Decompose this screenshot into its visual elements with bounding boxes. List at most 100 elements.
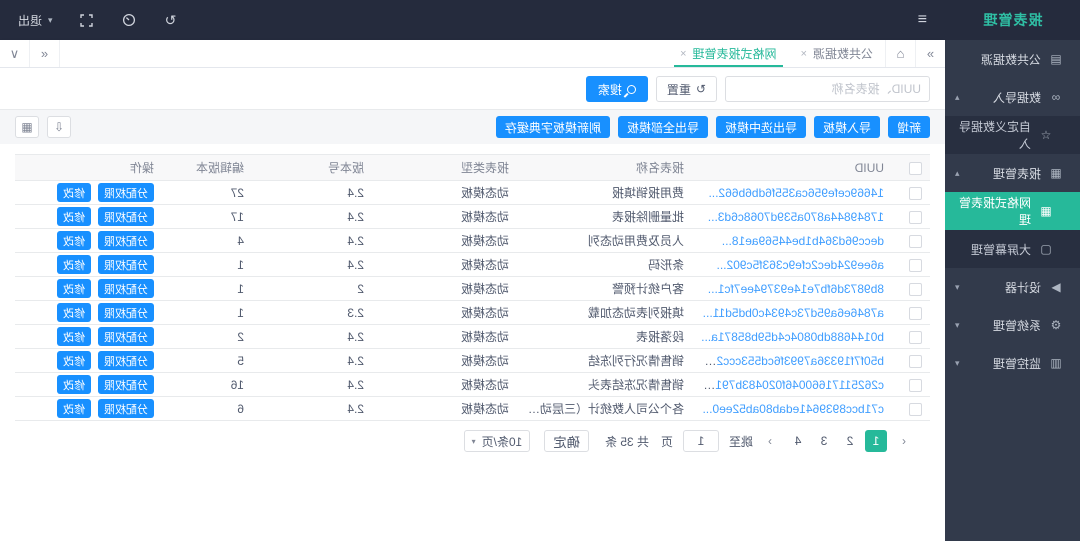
uuid-link[interactable]: a7846e6a95d73c4934c0bd5d11... xyxy=(703,306,884,320)
sidebar-item-4[interactable]: ⚙系统管理▾ xyxy=(945,306,1080,344)
report-table: UUID 报表名称 报表类型 版本号 编辑版本 操作 14669cefe956c… xyxy=(15,154,930,421)
select-all-checkbox[interactable] xyxy=(909,162,922,175)
export-icon[interactable]: ⇩ xyxy=(47,116,71,138)
tab-0[interactable]: 公共数据源× xyxy=(789,40,885,67)
row-checkbox[interactable] xyxy=(909,307,922,320)
uuid-link[interactable]: b50f7f19336a7993f6cd553ccc22... xyxy=(700,354,884,368)
row-operations: 分配权限修改删除 xyxy=(15,253,162,277)
report-name: 费用报销填报 xyxy=(517,181,692,205)
page-size-select[interactable]: 10条/页 ▾ xyxy=(464,430,531,452)
op-permission-button[interactable]: 分配权限 xyxy=(98,255,154,274)
search-input[interactable] xyxy=(725,76,930,102)
home-icon[interactable]: ⌂ xyxy=(885,40,915,67)
chevron-down-icon: ▾ xyxy=(472,437,476,446)
row-checkbox[interactable] xyxy=(909,355,922,368)
close-icon[interactable]: × xyxy=(680,48,686,60)
report-name: 条形码 xyxy=(517,253,692,277)
table-row: b50f7f19336a7993f6cd553ccc22...销售情况行列冻结动… xyxy=(15,349,930,373)
sidebar-item-1[interactable]: ∞数据导入▴ xyxy=(945,78,1080,116)
fullscreen-icon[interactable] xyxy=(79,12,95,28)
toolbar-button-3[interactable]: 导出全部模板 xyxy=(618,116,708,138)
op-permission-button[interactable]: 分配权限 xyxy=(98,375,154,394)
sidebar-item-3[interactable]: ▶设计器▾ xyxy=(945,268,1080,306)
op-edit-button[interactable]: 修改 xyxy=(57,207,91,226)
toolbar-button-1[interactable]: 导入模板 xyxy=(814,116,880,138)
edit-version: 4 xyxy=(162,229,252,253)
column-setting-icon[interactable]: ▦ xyxy=(15,116,39,138)
confirm-button[interactable]: 确定 xyxy=(544,430,589,452)
row-checkbox[interactable] xyxy=(909,283,922,296)
uuid-link[interactable]: decc96d364b1be44569ae18... xyxy=(722,234,884,248)
op-permission-button[interactable]: 分配权限 xyxy=(98,327,154,346)
uuid-link[interactable]: b0144688db0804c4d59b85871a... xyxy=(701,330,884,344)
sidebar-item-2[interactable]: ▦报表管理▴ xyxy=(945,154,1080,192)
op-edit-button[interactable]: 修改 xyxy=(57,327,91,346)
sidebar-item-0[interactable]: ▤公共数据源 xyxy=(945,40,1080,78)
tabs-scroll-left-icon[interactable]: « xyxy=(30,40,60,67)
report-type: 动态模板 xyxy=(372,301,517,325)
tabs-scroll-right-icon[interactable]: » xyxy=(915,40,945,67)
close-icon[interactable]: × xyxy=(801,48,807,60)
jump-page-input[interactable] xyxy=(683,430,719,452)
prev-page-icon[interactable]: ‹ xyxy=(893,430,915,452)
logout-button[interactable]: ▾ 退出 xyxy=(18,12,53,29)
datasource-icon: ▤ xyxy=(1048,52,1064,66)
tabs-dropdown-icon[interactable]: ∨ xyxy=(0,40,30,67)
row-checkbox[interactable] xyxy=(909,211,922,224)
uuid-link[interactable]: a6ee924dec2cfe9c363f5c902... xyxy=(717,258,884,272)
report-grid-icon: ▦ xyxy=(1048,166,1064,180)
data-import-icon: ∞ xyxy=(1048,90,1064,104)
menu-icon[interactable]: ≡ xyxy=(918,11,927,29)
op-edit-button[interactable]: 修改 xyxy=(57,399,91,418)
op-edit-button[interactable]: 修改 xyxy=(57,375,91,394)
page-1[interactable]: 1 xyxy=(865,430,887,452)
submenu: ▦网格式报表管理▢大屏幕管理 xyxy=(945,192,1080,268)
op-permission-button[interactable]: 分配权限 xyxy=(98,399,154,418)
gauge-icon[interactable] xyxy=(121,12,137,28)
sidebar-item-5[interactable]: ▥监控管理▾ xyxy=(945,344,1080,382)
edit-version: 1 xyxy=(162,301,252,325)
row-checkbox[interactable] xyxy=(909,403,922,416)
row-checkbox[interactable] xyxy=(909,331,922,344)
sidebar-subitem-2-1[interactable]: ▢大屏幕管理 xyxy=(945,230,1080,268)
toolbar-button-2[interactable]: 导出选中模板 xyxy=(716,116,806,138)
uuid-link[interactable]: 17849844a870a539d7068c6d3... xyxy=(708,210,884,224)
page-2[interactable]: 2 xyxy=(839,430,861,452)
row-checkbox[interactable] xyxy=(909,187,922,200)
op-permission-button[interactable]: 分配权限 xyxy=(98,183,154,202)
page-4[interactable]: 4 xyxy=(787,430,809,452)
sidebar-subitem-2-0[interactable]: ▦网格式报表管理 xyxy=(945,192,1080,230)
op-edit-button[interactable]: 修改 xyxy=(57,351,91,370)
op-permission-button[interactable]: 分配权限 xyxy=(98,351,154,370)
tab-bar: » ⌂ 公共数据源×网格式报表管理× « ∨ xyxy=(0,40,945,68)
row-checkbox[interactable] xyxy=(909,259,922,272)
uuid-link[interactable]: 8b9873d6fb7e14e93794ee7fc1... xyxy=(708,282,884,296)
toolbar-button-4[interactable]: 刷新模板字典缓存 xyxy=(496,116,610,138)
refresh-icon[interactable]: ↻ xyxy=(163,12,179,28)
uuid-link[interactable]: c71bcc8939641edab80ab52ee0... xyxy=(703,402,885,416)
submenu: ☆自定义数据导入 xyxy=(945,116,1080,154)
row-checkbox[interactable] xyxy=(909,379,922,392)
sidebar-subitem-1-0[interactable]: ☆自定义数据导入 xyxy=(945,116,1080,154)
op-permission-button[interactable]: 分配权限 xyxy=(98,231,154,250)
op-edit-button[interactable]: 修改 xyxy=(57,255,91,274)
uuid-link[interactable]: 14669cefe956ca355f6db6b662... xyxy=(709,186,885,200)
op-permission-button[interactable]: 分配权限 xyxy=(98,279,154,298)
reset-button[interactable]: ↻ 重置 xyxy=(656,76,717,102)
op-edit-button[interactable]: 修改 xyxy=(57,183,91,202)
op-permission-button[interactable]: 分配权限 xyxy=(98,303,154,322)
search-button[interactable]: 搜索 xyxy=(586,76,648,102)
toolbar-button-0[interactable]: 新增 xyxy=(888,116,930,138)
op-permission-button[interactable]: 分配权限 xyxy=(98,207,154,226)
table-row: a6ee924dec2cfe9c363f5c902...条形码动态模板2.41分… xyxy=(15,253,930,277)
page-3[interactable]: 3 xyxy=(813,430,835,452)
row-checkbox[interactable] xyxy=(909,235,922,248)
edit-version: 5 xyxy=(162,349,252,373)
next-page-icon[interactable]: › xyxy=(759,430,781,452)
tab-1[interactable]: 网格式报表管理× xyxy=(668,40,788,67)
op-edit-button[interactable]: 修改 xyxy=(57,279,91,298)
op-edit-button[interactable]: 修改 xyxy=(57,231,91,250)
table-header-row: UUID 报表名称 报表类型 版本号 编辑版本 操作 xyxy=(15,155,930,181)
uuid-link[interactable]: c26251171660046f020483b7915... xyxy=(699,378,884,392)
op-edit-button[interactable]: 修改 xyxy=(57,303,91,322)
